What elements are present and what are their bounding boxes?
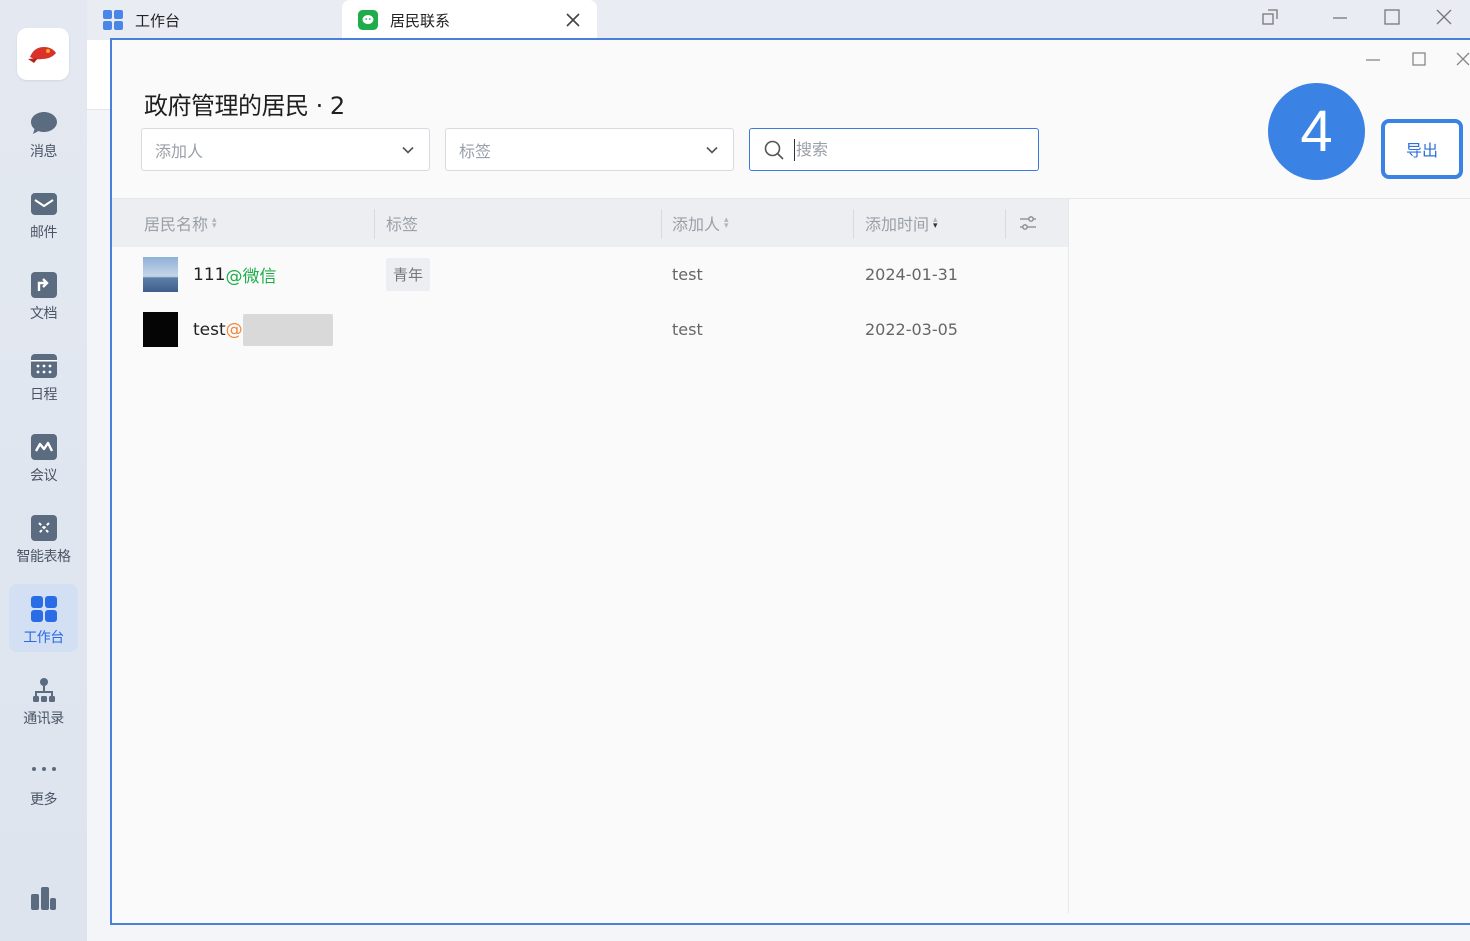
mail-icon — [29, 189, 59, 219]
resident-table: 居民名称 ▴ ▾ 标签 添加人 ▴ ▾ 添加时间 ▴ ▾ 111 @微信 青年 … — [112, 199, 1068, 357]
rail-item-label: 邮件 — [30, 225, 58, 241]
tab-bar: 工作台 居民联系 — [87, 0, 1470, 40]
adder-filter-placeholder: 添加人 — [155, 141, 204, 161]
minimize-window-icon[interactable] — [1329, 6, 1351, 28]
table-row[interactable]: test @ test 2022-03-05 — [112, 302, 1068, 357]
column-settings-icon — [1020, 216, 1036, 230]
column-settings[interactable] — [1018, 199, 1038, 247]
sort-icon: ▴ ▾ — [212, 215, 217, 231]
dialog-close-icon[interactable] — [1452, 48, 1470, 70]
rail-item-label: 会议 — [30, 468, 58, 484]
time-cell: 2022-03-05 — [865, 320, 958, 339]
maximize-window-icon[interactable] — [1381, 6, 1403, 28]
export-button[interactable]: 导出 — [1381, 119, 1463, 179]
rail-item-smart-table[interactable]: 智能表格 — [9, 503, 78, 571]
rail-item-label: 文档 — [30, 306, 58, 322]
tab-resident-contact[interactable]: 居民联系 — [342, 0, 597, 40]
tag-filter-select[interactable]: 标签 — [445, 128, 734, 171]
rail-item-mail[interactable]: 邮件 — [9, 179, 78, 247]
column-header-time[interactable]: 添加时间 ▴ ▾ — [865, 199, 938, 247]
app-rail: 消息 邮件 文档 日程 会议 智能表格 工作台 通讯录 更多 — [0, 0, 87, 941]
rail-item-contacts[interactable]: 通讯录 — [9, 665, 78, 733]
search-box[interactable] — [749, 128, 1039, 171]
sort-desc-icon: ▴ ▾ — [933, 215, 938, 231]
wechat-source-label: @微信 — [225, 267, 277, 287]
page-title: 政府管理的居民 · 2 — [144, 92, 345, 120]
logo-icon — [28, 47, 56, 63]
dialog-maximize-icon[interactable] — [1408, 48, 1430, 70]
app-logo[interactable] — [17, 28, 69, 80]
rail-item-meeting[interactable]: 会议 — [9, 422, 78, 490]
chevron-down-icon — [706, 146, 718, 154]
rail-item-label: 工作台 — [23, 630, 64, 646]
tag-chip: 青年 — [386, 258, 431, 291]
step-number-badge: 4 — [1268, 83, 1365, 180]
avatar — [143, 312, 178, 347]
calendar-icon — [29, 351, 59, 381]
close-window-icon[interactable] — [1433, 6, 1455, 28]
search-icon — [764, 140, 784, 160]
dialog-minimize-icon[interactable] — [1362, 48, 1384, 70]
tab-workbench[interactable]: 工作台 — [87, 0, 342, 40]
tag-cell: 青年 — [386, 247, 431, 302]
rail-item-label: 更多 — [30, 792, 58, 808]
column-header-name[interactable]: 居民名称 ▴ ▾ — [144, 199, 217, 247]
rail-item-label: 通讯录 — [23, 711, 64, 727]
document-icon — [29, 270, 59, 300]
resident-name-cell[interactable]: 111 @微信 — [143, 247, 276, 302]
pop-out-window-icon[interactable] — [1259, 6, 1281, 28]
time-cell: 2024-01-31 — [865, 265, 958, 284]
smart-table-icon — [29, 513, 59, 543]
table-header: 居民名称 ▴ ▾ 标签 添加人 ▴ ▾ 添加时间 ▴ ▾ — [112, 199, 1068, 247]
rail-item-label: 日程 — [30, 387, 58, 403]
close-tab-icon[interactable] — [565, 12, 581, 28]
rail-item-messages[interactable]: 消息 — [9, 98, 78, 166]
adder-cell: test — [672, 320, 703, 339]
sort-icon: ▴ ▾ — [724, 215, 729, 231]
rail-item-label: 智能表格 — [16, 549, 72, 565]
search-input[interactable] — [794, 138, 1014, 161]
column-header-tag: 标签 — [386, 215, 419, 234]
chat-bubble-icon — [29, 108, 59, 138]
rail-item-calendar[interactable]: 日程 — [9, 341, 78, 409]
rail-item-more[interactable]: 更多 — [9, 746, 78, 814]
rail-item-label: 消息 — [30, 144, 58, 160]
source-label: @ — [225, 319, 243, 340]
more-dots-icon — [29, 756, 59, 786]
chevron-down-icon — [402, 146, 414, 154]
contacts-icon — [29, 675, 59, 705]
redacted-block — [242, 313, 333, 346]
adder-filter-select[interactable]: 添加人 — [141, 128, 430, 171]
workbench-icon — [103, 10, 123, 30]
resident-list-dialog: 政府管理的居民 · 2 添加人 标签 4 导出 居民名称 ▴▾ 标签 添加人 ▴… — [110, 38, 1470, 925]
tab-label: 工作台 — [135, 11, 181, 30]
wechat-icon — [358, 10, 378, 30]
rail-item-workbench[interactable]: 工作台 — [9, 584, 78, 652]
tab-label: 居民联系 — [390, 11, 451, 30]
rail-item-docs[interactable]: 文档 — [9, 260, 78, 328]
resident-name-cell[interactable]: test @ — [143, 302, 333, 357]
workbench-icon — [29, 594, 59, 624]
table-row[interactable]: 111 @微信 青年 test 2024-01-31 — [112, 247, 1068, 302]
tag-filter-placeholder: 标签 — [459, 141, 492, 161]
app-store-icon[interactable] — [29, 884, 57, 912]
avatar — [143, 257, 178, 292]
panel-divider — [1068, 199, 1069, 913]
meeting-icon — [29, 432, 59, 462]
column-header-adder[interactable]: 添加人 ▴ ▾ — [672, 199, 729, 247]
adder-cell: test — [672, 265, 703, 284]
